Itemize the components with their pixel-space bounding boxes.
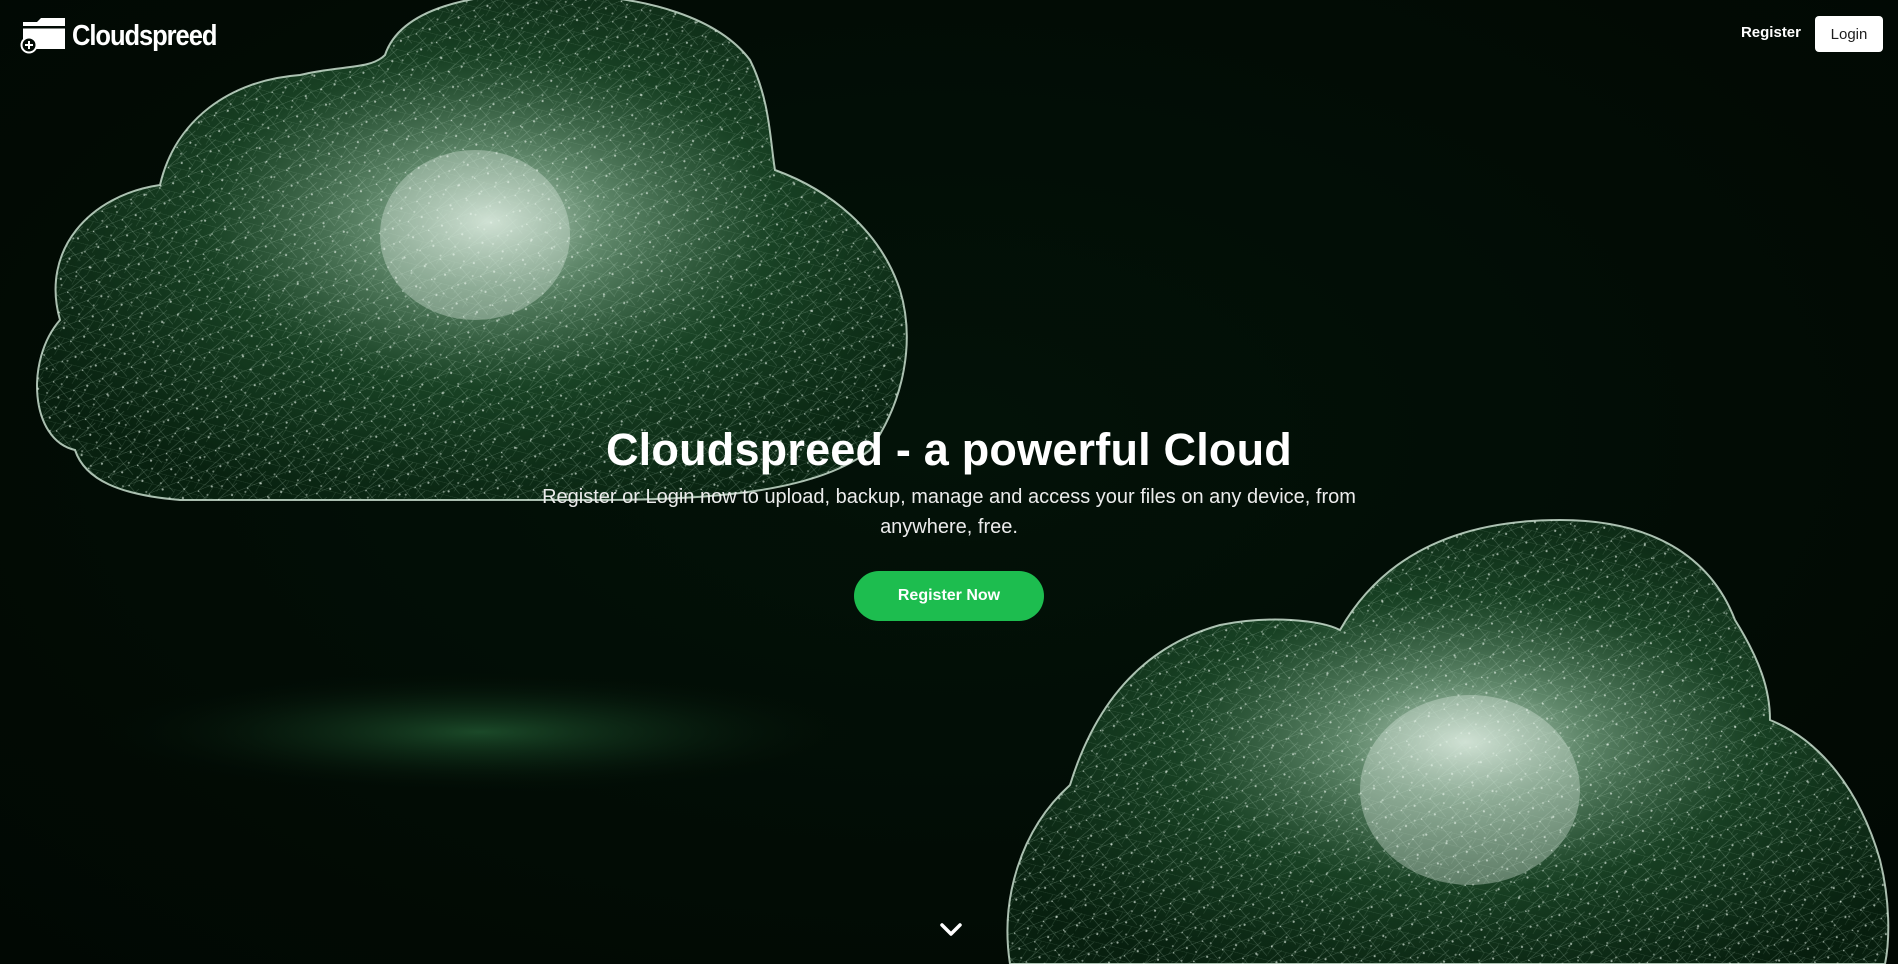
login-button[interactable]: Login	[1815, 16, 1883, 52]
landing-page: Cloudspreed Register Login Cloudspreed -…	[0, 0, 1898, 964]
hero-subtitle: Register or Login now to upload, backup,…	[542, 486, 1356, 538]
nav-register-link[interactable]: Register	[1741, 24, 1801, 41]
folder-plus-icon	[20, 18, 65, 54]
top-navbar: Cloudspreed Register Login	[0, 0, 1898, 70]
brand-logo[interactable]: Cloudspreed	[20, 16, 236, 54]
chevron-down-icon[interactable]	[937, 918, 965, 942]
hero-section: Cloudspreed - a powerful Cloud Register …	[0, 420, 1898, 621]
brand-name: Cloudspreed	[72, 19, 217, 52]
register-now-button[interactable]: Register Now	[854, 571, 1044, 621]
hero-title: Cloudspreed - a powerful Cloud	[605, 424, 1292, 475]
